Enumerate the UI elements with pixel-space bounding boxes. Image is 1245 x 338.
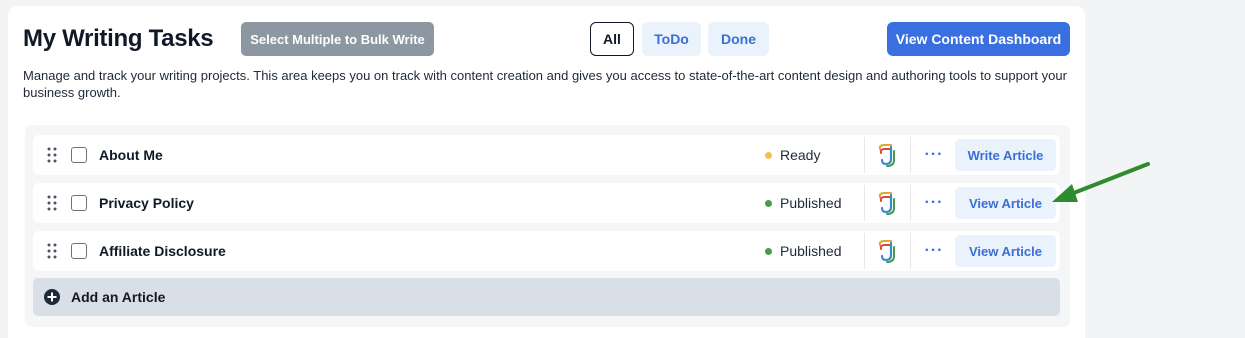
divider <box>910 137 911 173</box>
article-title: About Me <box>99 147 163 163</box>
divider <box>864 185 865 221</box>
status-dot <box>765 247 772 255</box>
row-checkbox[interactable] <box>71 195 87 211</box>
writing-tasks-card: My Writing Tasks Select Multiple to Bulk… <box>8 6 1085 338</box>
write-article-button[interactable]: Write Article <box>955 139 1056 171</box>
add-article-button[interactable]: Add an Article <box>33 278 1060 316</box>
status-label: Published <box>780 243 842 259</box>
ai-writer-logo-icon[interactable] <box>876 143 898 167</box>
divider <box>910 233 911 269</box>
add-article-label: Add an Article <box>71 289 166 305</box>
status-badge: Ready <box>765 147 820 163</box>
annotation-arrow-icon <box>1052 162 1150 202</box>
status-label: Published <box>780 195 842 211</box>
divider <box>864 137 865 173</box>
view-article-button[interactable]: View Article <box>955 235 1056 267</box>
plus-circle-icon <box>44 289 60 305</box>
view-article-button[interactable]: View Article <box>955 187 1056 219</box>
article-row: Affiliate Disclosure Published ··· View … <box>33 231 1060 271</box>
filter-done-tab[interactable]: Done <box>708 22 769 56</box>
drag-handle-icon[interactable] <box>47 195 57 211</box>
more-options-icon[interactable]: ··· <box>923 241 945 261</box>
more-options-icon[interactable]: ··· <box>923 193 945 213</box>
bulk-write-button[interactable]: Select Multiple to Bulk Write <box>241 22 434 56</box>
page-title: My Writing Tasks <box>23 25 214 52</box>
divider <box>910 185 911 221</box>
filter-todo-tab[interactable]: ToDo <box>642 22 701 56</box>
status-label: Ready <box>780 147 821 163</box>
row-checkbox[interactable] <box>71 243 87 259</box>
view-content-dashboard-button[interactable]: View Content Dashboard <box>887 22 1070 56</box>
ai-writer-logo-icon[interactable] <box>876 191 898 215</box>
row-checkbox[interactable] <box>71 147 87 163</box>
filter-all-tab[interactable]: All <box>590 22 634 56</box>
article-list: About Me Ready ··· Write Article Privacy… <box>25 125 1070 327</box>
article-row: Privacy Policy Published ··· View Articl… <box>33 183 1060 223</box>
article-title: Privacy Policy <box>99 195 194 211</box>
page-description: Manage and track your writing projects. … <box>23 68 1067 100</box>
drag-handle-icon[interactable] <box>47 147 57 163</box>
divider <box>864 233 865 269</box>
status-dot <box>765 199 772 207</box>
ai-writer-logo-icon[interactable] <box>876 239 898 263</box>
article-row: About Me Ready ··· Write Article <box>33 135 1060 175</box>
more-options-icon[interactable]: ··· <box>923 145 945 165</box>
status-dot <box>765 151 772 159</box>
article-title: Affiliate Disclosure <box>99 243 226 259</box>
status-badge: Published <box>765 195 842 211</box>
status-badge: Published <box>765 243 842 259</box>
drag-handle-icon[interactable] <box>47 243 57 259</box>
